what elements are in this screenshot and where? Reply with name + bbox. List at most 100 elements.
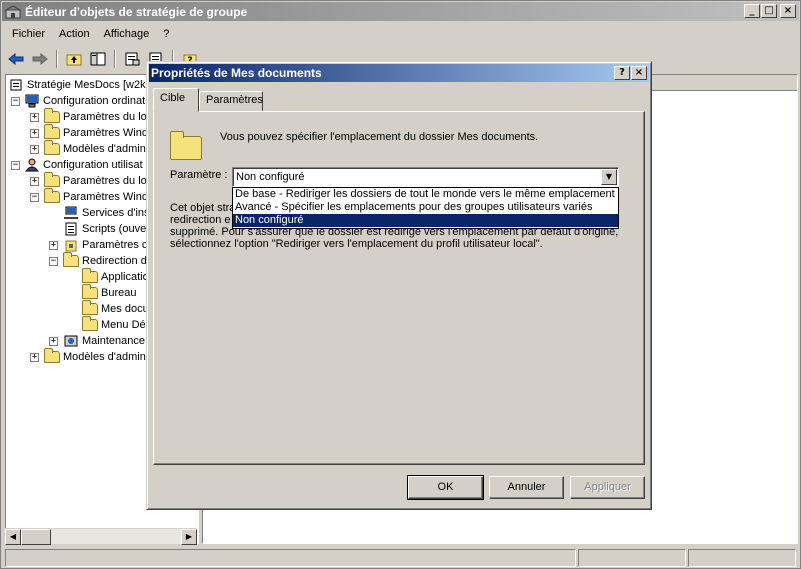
chevron-down-icon[interactable]: ▼ (601, 169, 617, 185)
setting-label: Paramètre : (170, 169, 228, 181)
setting-dropdown-list[interactable]: De base - Rediriger les dossiers de tout… (232, 187, 619, 229)
expand-toggle[interactable]: + (30, 177, 39, 186)
tree-item-folder[interactable]: Modèles d'admini (44, 140, 148, 157)
folder-icon (63, 252, 79, 267)
maximize-button[interactable]: □ (761, 4, 777, 18)
dialog-titlebar[interactable]: Propriétés de Mes documents ? × (149, 64, 649, 82)
tree-item-folder[interactable]: Paramètres Wind (44, 124, 148, 141)
tree-item-maintenance[interactable]: Maintenance (63, 333, 145, 349)
tree-horizontal-scrollbar[interactable]: ◀ ▶ (5, 528, 197, 545)
minimize-button[interactable]: _ (744, 4, 760, 18)
properties-dialog: Propriétés de Mes documents ? × Cible Pa… (146, 61, 652, 510)
close-button[interactable]: × (780, 4, 796, 18)
dialog-close-button[interactable]: × (631, 66, 647, 80)
scroll-right-button[interactable]: ▶ (181, 529, 197, 545)
tree-item-folder[interactable]: Applicatio (82, 268, 149, 285)
expand-toggle[interactable]: + (30, 353, 39, 362)
folder-icon (44, 188, 60, 203)
dialog-help-button[interactable]: ? (614, 66, 630, 80)
menu-action[interactable]: Action (52, 25, 97, 45)
collapse-toggle[interactable]: − (49, 257, 58, 266)
dropdown-option-basic[interactable]: De base - Rediriger les dossiers de tout… (233, 188, 618, 201)
tree-item-folder[interactable]: Modèles d'admini (44, 348, 148, 365)
status-pane-2 (578, 549, 686, 567)
tree-item-label: Redirection d (82, 255, 147, 267)
folder-icon (44, 140, 60, 155)
back-arrow-icon[interactable] (5, 48, 27, 70)
tree-item-user-config[interactable]: Configuration utilisat (24, 157, 143, 173)
network-computer-icon (63, 206, 79, 220)
tree-item-label: Mes docu (101, 303, 149, 315)
menu-help[interactable]: ? (156, 25, 176, 45)
scroll-thumb[interactable] (21, 529, 51, 545)
dialog-title: Propriétés de Mes documents (151, 66, 322, 80)
tree-item-folder[interactable]: Paramètres du lo (44, 172, 147, 189)
properties-icon[interactable] (121, 48, 143, 70)
dropdown-option-not-configured[interactable]: Non configuré (233, 214, 618, 227)
tree-item-label: Bureau (101, 287, 137, 299)
menu-view[interactable]: Affichage (97, 25, 157, 45)
scroll-left-button[interactable]: ◀ (5, 529, 21, 545)
folder-icon (44, 348, 60, 363)
dropdown-option-advanced[interactable]: Avancé - Spécifier les emplacements pour… (233, 201, 618, 214)
script-icon (63, 222, 79, 236)
maintenance-icon (63, 334, 79, 348)
tree-item-label: Paramètres Wind (63, 127, 148, 139)
show-hide-tree-icon[interactable] (87, 48, 109, 70)
expand-toggle[interactable]: + (30, 113, 39, 122)
tree-item-label: Stratégie MesDocs [w2k3 (27, 79, 152, 91)
expand-toggle[interactable]: + (30, 145, 39, 154)
tree-item-my-documents[interactable]: Mes docu (82, 300, 149, 317)
tree-item-folder[interactable]: Paramètres du lo (44, 108, 147, 125)
menu-file[interactable]: Fichier (5, 25, 52, 45)
tree-item-folder[interactable]: Paramètres Wind (44, 188, 148, 205)
status-pane-main (5, 549, 576, 567)
tree-item-scripts[interactable]: Scripts (ouve (63, 221, 146, 237)
tree-item-folder[interactable]: Menu Dé (82, 316, 146, 333)
tree-item-label: Paramètres du lo (63, 111, 147, 123)
tree-item-computer-config[interactable]: Configuration ordinat (24, 93, 145, 109)
expand-toggle[interactable]: + (49, 241, 58, 250)
ok-button[interactable]: OK (407, 475, 484, 500)
tree-item-folder-redirection[interactable]: Redirection d (63, 252, 147, 269)
expand-toggle[interactable]: + (30, 129, 39, 138)
tree-item-label: Configuration utilisat (43, 159, 143, 171)
folder-icon (82, 284, 98, 299)
collapse-toggle[interactable]: − (11, 161, 20, 170)
target-tab-panel: Vous pouvez spécifier l'emplacement du d… (153, 111, 645, 465)
status-pane-3 (688, 549, 796, 567)
folder-icon (82, 300, 98, 315)
folder-icon (82, 316, 98, 331)
collapse-toggle[interactable]: − (11, 97, 20, 106)
folder-icon (44, 108, 60, 123)
status-bar (5, 549, 798, 567)
user-icon (24, 158, 40, 172)
menu-bar: Fichier Action Affichage ? (5, 25, 176, 45)
cancel-button[interactable]: Annuler (489, 476, 564, 499)
setting-combobox[interactable]: Non configuré ▼ (232, 167, 619, 187)
tree-item-install-services[interactable]: Services d'ins (63, 205, 150, 221)
tab-target[interactable]: Cible (153, 88, 199, 112)
apply-button[interactable]: Appliquer (570, 476, 645, 499)
computer-icon (24, 94, 40, 108)
folder-icon (44, 124, 60, 139)
expand-toggle[interactable]: + (49, 337, 58, 346)
tab-settings[interactable]: Paramètres (199, 91, 263, 111)
up-folder-icon[interactable] (63, 48, 85, 70)
toolbar-separator (114, 50, 116, 68)
tree-item-root[interactable]: Stratégie MesDocs [w2k3 (8, 77, 152, 93)
main-titlebar[interactable]: Éditeur d'objets de stratégie de groupe … (2, 2, 799, 21)
tree-item-label: Configuration ordinat (43, 95, 146, 107)
forward-arrow-icon[interactable] (29, 48, 51, 70)
tree-item-label: Maintenance (82, 335, 145, 347)
policy-scroll-icon (8, 78, 24, 92)
tree-item-label: Menu Dé (101, 319, 146, 331)
folder-icon (82, 268, 98, 283)
tree-item-folder[interactable]: Bureau (82, 284, 137, 301)
security-settings-icon (63, 238, 79, 252)
tree-item-label: Services d'ins (82, 207, 150, 219)
tree-item-security-settings[interactable]: Paramètres c (63, 237, 147, 253)
collapse-toggle[interactable]: − (30, 193, 39, 202)
target-description: Vous pouvez spécifier l'emplacement du d… (220, 131, 539, 143)
policy-line: sélectionnez l'option "Rediriger vers l'… (170, 238, 543, 250)
